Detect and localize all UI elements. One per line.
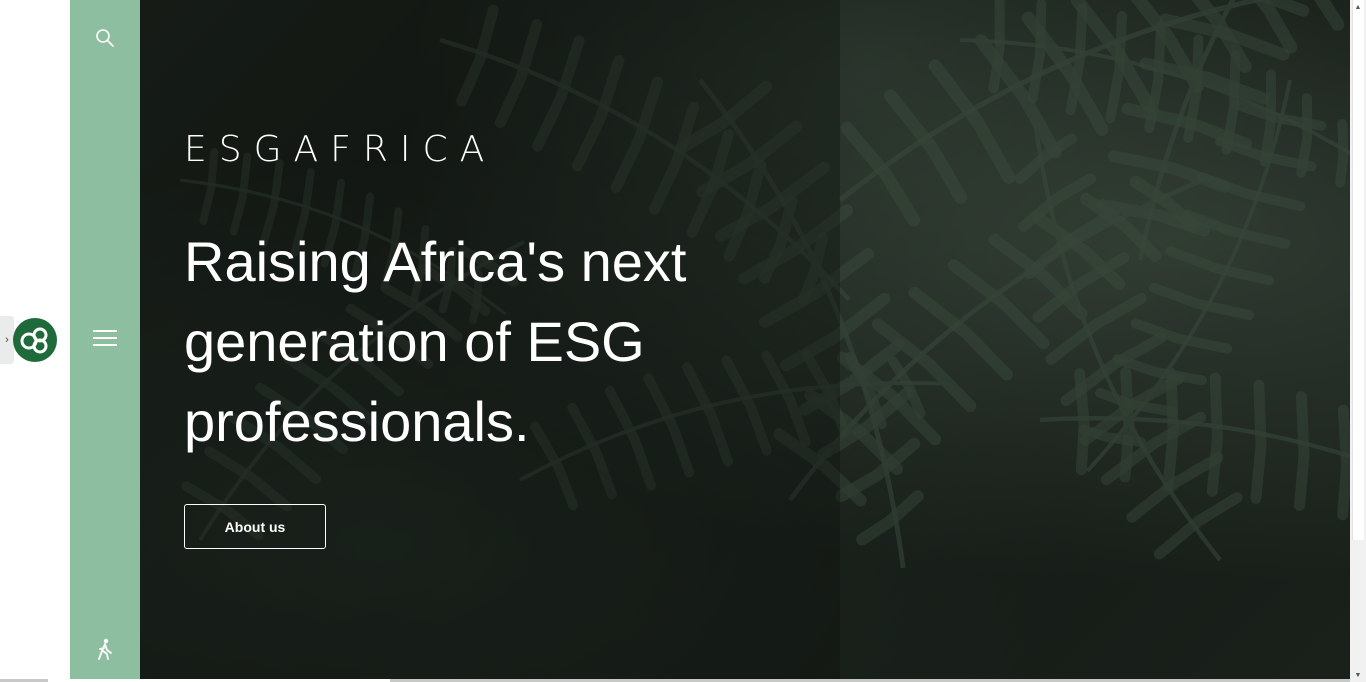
menu-button[interactable] bbox=[70, 318, 140, 358]
scroll-down-icon[interactable]: ▼ bbox=[1350, 668, 1366, 682]
esg-africa-logo-icon[interactable] bbox=[13, 318, 57, 362]
hero-text-block: ESGAFRICA Raising Africa's next generati… bbox=[184, 128, 804, 462]
page: › ESGAFRICA Raising Africa's next genera… bbox=[0, 0, 1366, 682]
site-brand-title: ESGAFRICA bbox=[184, 129, 497, 170]
search-icon bbox=[96, 29, 114, 47]
drawer-toggle-button[interactable]: › bbox=[0, 316, 14, 364]
chevron-right-icon: › bbox=[5, 334, 9, 346]
about-us-button[interactable]: About us bbox=[184, 504, 326, 549]
hero-headline: Raising Africa's next generation of ESG … bbox=[184, 230, 687, 453]
accessibility-walking-icon bbox=[98, 638, 112, 660]
hero-section: ESGAFRICA Raising Africa's next generati… bbox=[140, 0, 1350, 682]
vertical-scrollbar[interactable]: ▲ ▼ bbox=[1350, 0, 1366, 682]
sidebar bbox=[70, 0, 140, 682]
accessibility-button[interactable] bbox=[70, 629, 140, 669]
scrollbar-thumb[interactable] bbox=[1352, 0, 1364, 540]
hamburger-menu-icon bbox=[93, 330, 117, 346]
left-panel: › bbox=[0, 0, 70, 682]
search-button[interactable] bbox=[70, 18, 140, 58]
scroll-up-icon[interactable]: ▲ bbox=[1350, 0, 1366, 14]
